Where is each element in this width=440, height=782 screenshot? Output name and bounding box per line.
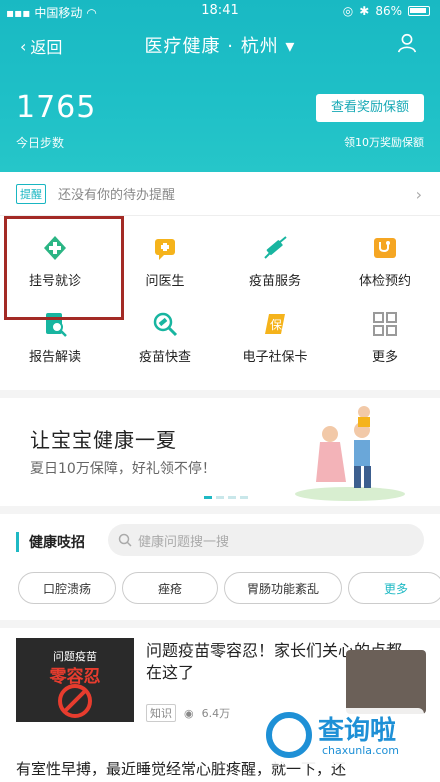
bluetooth-icon: ✱	[359, 4, 370, 18]
service-label: 疫苗快查	[138, 350, 191, 365]
service-vaccine[interactable]: 疫苗服务	[220, 224, 330, 300]
banner-subtitle: 夏日10万保障，好礼领不停！	[30, 461, 216, 477]
search-placeholder: 健康问题搜一搜	[138, 534, 230, 550]
service-label: 电子社保卡	[242, 350, 308, 365]
service-social-card[interactable]: 保 电子社保卡	[220, 300, 330, 376]
nav-bar: ‹ 返回 医疗健康 · 杭州 ▾	[0, 30, 440, 62]
article-meta: 知识 ◉ 6.4万	[146, 704, 230, 722]
step-label: 今日步数	[16, 136, 65, 150]
card-icon: 保	[265, 314, 285, 334]
pager-dot	[204, 496, 212, 499]
user-icon[interactable]	[396, 32, 418, 54]
reminder-tag: 提醒	[16, 183, 46, 204]
chat-icon	[155, 239, 175, 260]
service-label: 报告解读	[28, 350, 81, 365]
promo-banner[interactable]: 让宝宝健康一夏 夏日10万保障，好礼领不停！	[0, 398, 440, 506]
section-title: 健康吱招	[16, 532, 85, 552]
service-vaccine-lookup[interactable]: 疫苗快查	[110, 300, 220, 376]
service-label: 更多	[371, 350, 398, 365]
city-selector[interactable]: 医疗健康 · 杭州 ▾	[0, 32, 440, 58]
grid-icon	[373, 312, 397, 336]
chip-oral-ulcer[interactable]: 口腔溃疡	[18, 572, 116, 604]
logo-mark	[266, 712, 312, 758]
article-tag: 知识	[146, 704, 176, 722]
service-label: 疫苗服务	[248, 274, 301, 289]
search-input[interactable]: 健康问题搜一搜	[108, 524, 424, 556]
pager-dot	[240, 496, 248, 499]
reminder-text: 还没有你的待办提醒	[58, 188, 176, 203]
watermark-logo: 查询啦 chaxunla.com	[260, 708, 424, 764]
search-icon	[118, 533, 132, 547]
health-tips: 健康吱招 健康问题搜一搜 口腔溃疡 痤疮 胃肠功能紊乱 更多	[0, 514, 440, 620]
chip-acne[interactable]: 痤疮	[122, 572, 218, 604]
service-ask-doctor[interactable]: 问医生	[110, 224, 220, 300]
chip-gastro[interactable]: 胃肠功能紊乱	[224, 572, 342, 604]
side-image	[346, 650, 426, 714]
service-checkup[interactable]: 体检预约	[330, 224, 440, 300]
article-item[interactable]: 问题疫苗 零容忍 问题疫苗零容忍！家长们关心的点都在这了 知识 ◉ 6.4万 有…	[0, 628, 440, 782]
battery-percent: 86%	[375, 4, 402, 18]
pager-dot	[216, 496, 224, 499]
header-area: ▪▪▪ 中国移动 ◠ 18:41 ◎ ✱ 86% ‹ 返回 医疗健康 · 杭州 …	[0, 0, 440, 172]
service-label: 体检预约	[358, 274, 411, 289]
stethoscope-icon	[374, 238, 396, 258]
prohibit-icon	[58, 684, 92, 718]
status-bar: ▪▪▪ 中国移动 ◠ 18:41 ◎ ✱ 86%	[0, 0, 440, 24]
watermark-brand: 查询啦	[318, 716, 397, 746]
banner-pager	[204, 496, 248, 499]
step-count: 1765	[16, 90, 97, 125]
reward-note: 领10万奖励保额	[344, 136, 424, 149]
syringe-icon	[264, 236, 287, 259]
chip-more[interactable]: 更多	[348, 572, 440, 604]
tip-chips: 口腔溃疡 痤疮 胃肠功能紊乱 更多	[18, 572, 440, 604]
view-reward-button[interactable]: 查看奖励保额	[316, 94, 424, 122]
highlight-box	[4, 216, 124, 320]
reminder-bar[interactable]: 提醒 还没有你的待办提醒 ›	[0, 172, 440, 216]
service-more[interactable]: 更多	[330, 300, 440, 376]
pager-dot	[228, 496, 236, 499]
watermark-domain: chaxunla.com	[322, 744, 399, 757]
vaccine-search-icon	[153, 312, 178, 337]
svg-text:保: 保	[270, 318, 282, 332]
family-illustration	[295, 406, 405, 501]
chevron-right-icon: ›	[415, 185, 422, 204]
service-card: 提醒 还没有你的待办提醒 › 挂号就诊 问医生 疫苗服务 体检预约 报告解读 疫…	[0, 172, 440, 390]
article-views: 6.4万	[201, 707, 231, 720]
alarm-icon: ◎	[342, 4, 354, 18]
service-label: 问医生	[145, 274, 185, 289]
banner-title: 让宝宝健康一夏	[30, 428, 177, 452]
article-thumbnail: 问题疫苗 零容忍	[16, 638, 134, 722]
battery-icon	[408, 6, 430, 16]
eye-icon: ◉	[184, 706, 194, 720]
